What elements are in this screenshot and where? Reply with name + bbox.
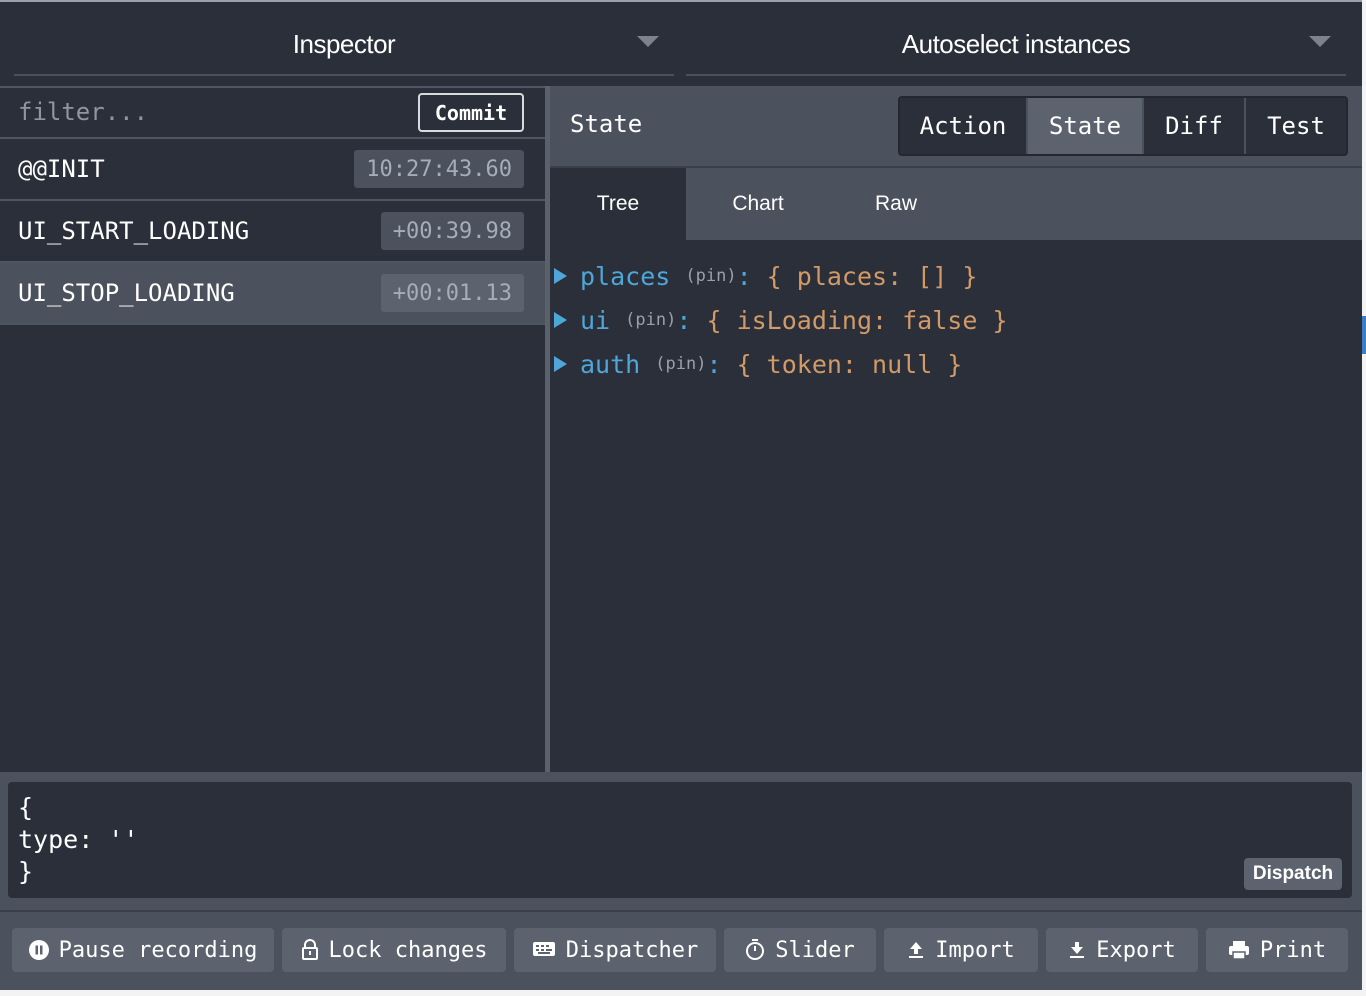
expand-arrow-icon[interactable] — [554, 312, 567, 328]
lock-icon — [301, 939, 318, 960]
expand-arrow-icon[interactable] — [554, 356, 567, 372]
pin-label[interactable]: (pin) — [685, 266, 736, 286]
code-line: { — [18, 793, 34, 822]
slider-button[interactable]: Slider — [724, 928, 876, 972]
expand-arrow-icon[interactable] — [554, 268, 567, 284]
code-line: } — [18, 857, 34, 886]
action-name: UI_START_LOADING — [18, 217, 250, 245]
tab-chart[interactable]: Chart — [690, 168, 826, 240]
upload-icon — [909, 942, 924, 958]
monitor-select-label: Inspector — [292, 28, 396, 59]
tree-node-auth[interactable]: auth (pin): { token: null } — [554, 344, 962, 384]
export-button[interactable]: Export — [1046, 928, 1198, 972]
action-name: UI_STOP_LOADING — [18, 279, 235, 307]
filter-input[interactable] — [18, 96, 398, 128]
lock-changes-button[interactable]: Lock changes — [282, 928, 506, 972]
monitor-select[interactable]: Inspector — [14, 14, 674, 76]
tree-key: places — [580, 261, 671, 291]
tree-value: { isLoading: false } — [706, 305, 1008, 335]
pin-label[interactable]: (pin) — [625, 310, 676, 330]
action-time: +00:39.98 — [380, 212, 524, 250]
tab-test[interactable]: Test — [1246, 98, 1346, 154]
instance-select-label: Autoselect instances — [901, 28, 1131, 59]
action-item-ui-stop-loading[interactable]: UI_STOP_LOADING +00:01.13 — [0, 263, 545, 325]
lock-changes-label: Lock changes — [328, 937, 488, 963]
pause-circle-icon — [28, 940, 49, 960]
tree-value: { places: [] } — [766, 261, 978, 291]
action-time: +00:01.13 — [380, 274, 524, 312]
chevron-down-icon[interactable] — [637, 36, 659, 47]
commit-button[interactable]: Commit — [418, 93, 524, 132]
print-button[interactable]: Print — [1206, 928, 1348, 972]
tab-action[interactable]: Action — [900, 98, 1028, 154]
action-item-ui-start-loading[interactable]: UI_START_LOADING +00:39.98 — [0, 201, 545, 263]
action-time: 10:27:43.60 — [354, 150, 524, 188]
window-edge — [1362, 0, 1366, 996]
printer-icon — [1228, 941, 1249, 960]
action-name: @@INIT — [18, 155, 105, 183]
import-label: Import — [935, 937, 1015, 963]
pause-recording-button[interactable]: Pause recording — [12, 928, 274, 972]
tree-key: auth — [580, 349, 641, 379]
stopwatch-icon — [746, 939, 765, 960]
action-item-init[interactable]: @@INIT 10:27:43.60 — [0, 139, 545, 201]
inspector-mode-tabs: Action State Diff Test — [898, 96, 1348, 156]
pin-label[interactable]: (pin) — [655, 354, 706, 374]
inspector-title: State — [570, 110, 643, 138]
tab-state[interactable]: State — [1028, 98, 1144, 154]
slider-label: Slider — [775, 937, 855, 963]
tree-node-ui[interactable]: ui (pin): { isLoading: false } — [554, 300, 1008, 340]
import-button[interactable]: Import — [884, 928, 1038, 972]
tree-key: ui — [580, 305, 611, 335]
export-label: Export — [1096, 937, 1176, 963]
keyboard-icon — [532, 942, 555, 956]
print-label: Print — [1259, 937, 1327, 963]
instance-select[interactable]: Autoselect instances — [686, 14, 1346, 76]
scroll-indicator — [1362, 316, 1366, 354]
tab-tree[interactable]: Tree — [550, 168, 686, 240]
tab-raw[interactable]: Raw — [828, 168, 964, 240]
tree-node-places[interactable]: places (pin): { places: [] } — [554, 256, 977, 296]
chevron-down-icon[interactable] — [1309, 36, 1331, 47]
dispatch-code-editor[interactable]: { type: ''} — [8, 782, 1352, 898]
dispatcher-button[interactable]: Dispatcher — [514, 928, 716, 972]
code-line: type: '' — [18, 825, 139, 854]
dispatch-button[interactable]: Dispatch — [1244, 858, 1342, 890]
window-bottom-edge — [0, 990, 1366, 996]
tab-diff[interactable]: Diff — [1144, 98, 1246, 154]
pause-recording-label: Pause recording — [58, 937, 258, 963]
download-icon — [1070, 942, 1085, 958]
tree-value: { token: null } — [736, 349, 963, 379]
dispatcher-label: Dispatcher — [565, 937, 699, 963]
